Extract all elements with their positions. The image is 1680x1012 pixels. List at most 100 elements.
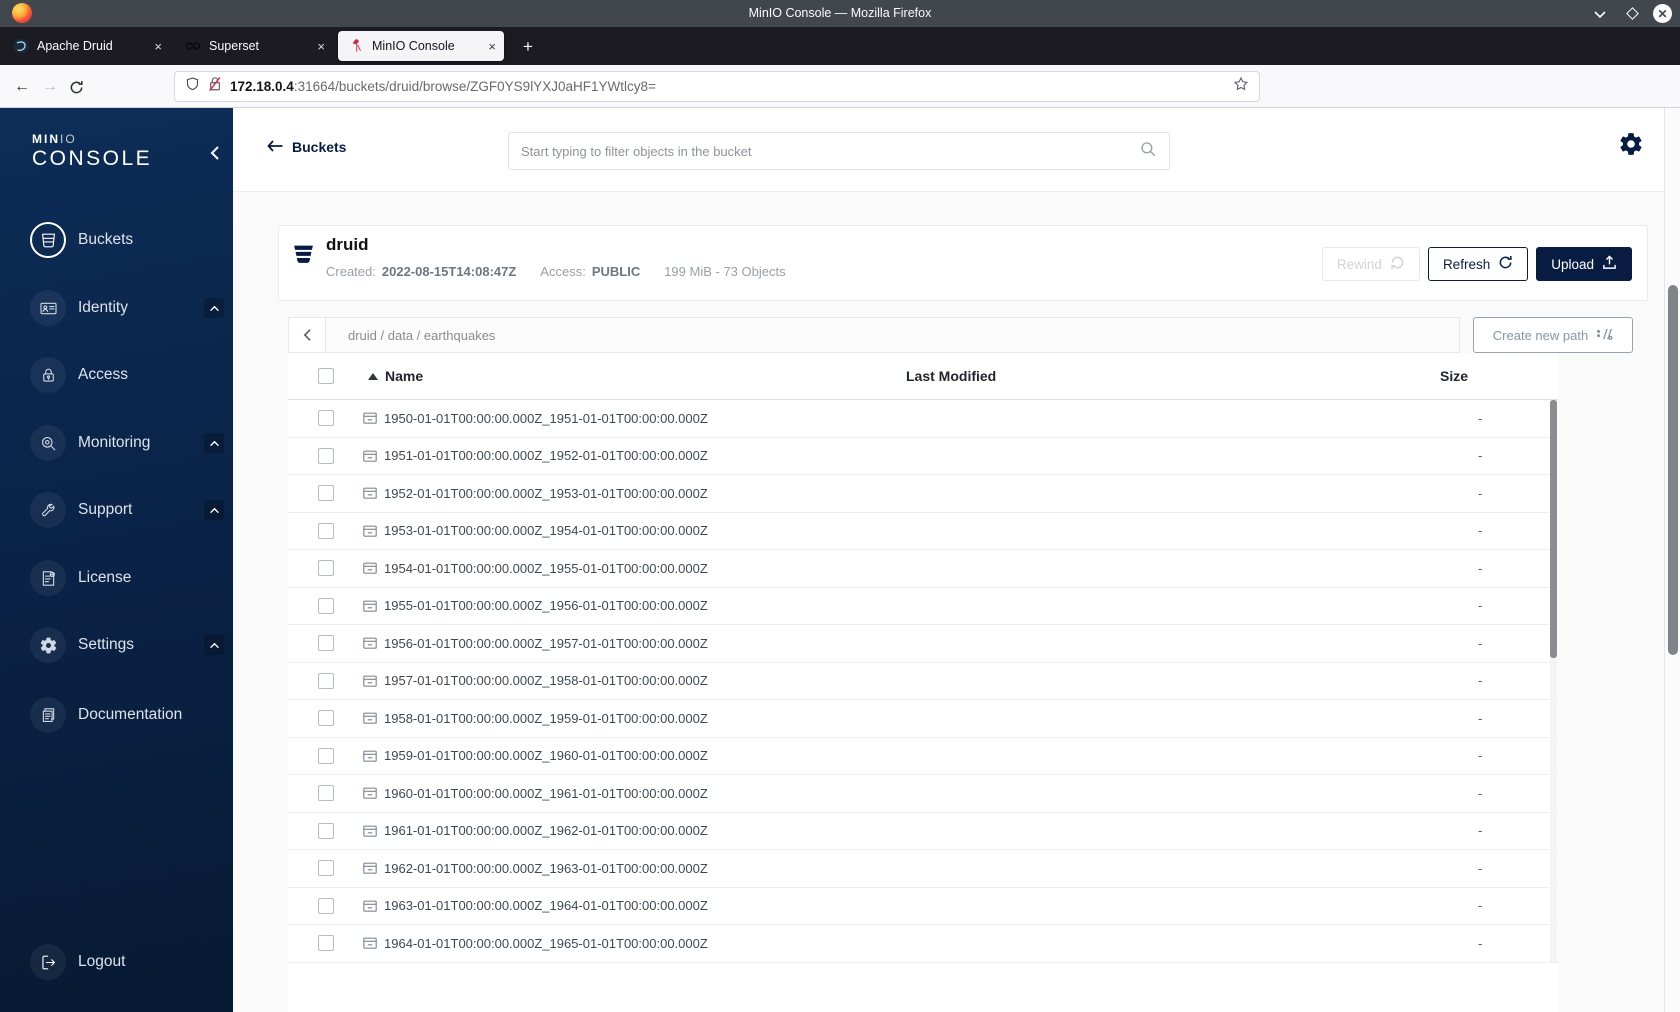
- row-checkbox[interactable]: [318, 710, 334, 727]
- window-maximize-icon[interactable]: [1621, 3, 1643, 25]
- tab-label: Superset: [209, 39, 260, 53]
- object-folder-icon: [362, 935, 378, 951]
- row-checkbox[interactable]: [318, 410, 334, 427]
- object-folder-icon: [362, 748, 378, 764]
- console-settings-gear-icon[interactable]: [1618, 131, 1644, 157]
- sidebar-item-support[interactable]: Support: [0, 482, 233, 538]
- row-checkbox[interactable]: [318, 672, 334, 689]
- star-icon[interactable]: [1233, 76, 1249, 97]
- row-checkbox[interactable]: [318, 635, 334, 652]
- object-name[interactable]: 1950-01-01T00:00:00.000Z_1951-01-01T00:0…: [384, 411, 708, 426]
- object-name[interactable]: 1953-01-01T00:00:00.000Z_1954-01-01T00:0…: [384, 523, 708, 538]
- row-checkbox[interactable]: [318, 485, 334, 502]
- created-label: Created:: [326, 264, 376, 279]
- object-name[interactable]: 1956-01-01T00:00:00.000Z_1957-01-01T00:0…: [384, 636, 708, 651]
- object-name[interactable]: 1959-01-01T00:00:00.000Z_1960-01-01T00:0…: [384, 748, 708, 763]
- chevron-up-icon[interactable]: [204, 433, 224, 453]
- browser-tab-superset[interactable]: Superset ×: [175, 31, 333, 61]
- row-checkbox[interactable]: [318, 860, 334, 877]
- window-minimize-icon[interactable]: [1589, 3, 1611, 25]
- sidebar-item-monitoring[interactable]: Monitoring: [0, 415, 233, 471]
- main-content: Buckets druid Create: [233, 108, 1680, 1012]
- row-checkbox[interactable]: [318, 447, 334, 464]
- search-input[interactable]: [521, 143, 1139, 159]
- object-name[interactable]: 1952-01-01T00:00:00.000Z_1953-01-01T00:0…: [384, 486, 708, 501]
- object-folder-icon: [362, 898, 378, 914]
- path-back-button[interactable]: [289, 318, 326, 352]
- table-row[interactable]: 1952-01-01T00:00:00.000Z_1953-01-01T00:0…: [288, 475, 1558, 513]
- row-checkbox[interactable]: [318, 785, 334, 802]
- object-name[interactable]: 1957-01-01T00:00:00.000Z_1958-01-01T00:0…: [384, 673, 708, 688]
- lock-slash-icon[interactable]: [208, 76, 222, 97]
- sidebar-collapse-icon[interactable]: [204, 142, 226, 164]
- row-checkbox[interactable]: [318, 935, 334, 952]
- sidebar-item-access[interactable]: Access: [0, 347, 233, 403]
- table-row[interactable]: 1951-01-01T00:00:00.000Z_1952-01-01T00:0…: [288, 437, 1558, 475]
- table-row[interactable]: 1954-01-01T00:00:00.000Z_1955-01-01T00:0…: [288, 550, 1558, 588]
- object-name[interactable]: 1964-01-01T00:00:00.000Z_1965-01-01T00:0…: [384, 936, 708, 951]
- close-tab-icon[interactable]: ×: [142, 39, 162, 54]
- table-row[interactable]: 1963-01-01T00:00:00.000Z_1964-01-01T00:0…: [288, 887, 1558, 925]
- object-name[interactable]: 1961-01-01T00:00:00.000Z_1962-01-01T00:0…: [384, 823, 708, 838]
- row-checkbox[interactable]: [318, 597, 334, 614]
- row-checkbox[interactable]: [318, 897, 334, 914]
- upload-button[interactable]: Upload: [1536, 247, 1632, 281]
- column-header-last-modified: Last Modified: [906, 368, 997, 384]
- sidebar-item-license[interactable]: License: [0, 550, 233, 606]
- minio-favicon: [348, 38, 364, 54]
- tracking-shield-icon[interactable]: [185, 76, 200, 97]
- table-row[interactable]: 1956-01-01T00:00:00.000Z_1957-01-01T00:0…: [288, 625, 1558, 663]
- sidebar-item-documentation[interactable]: Documentation: [0, 687, 233, 743]
- reload-button[interactable]: [62, 73, 90, 101]
- sidebar-item-logout[interactable]: Logout: [0, 934, 233, 990]
- forward-button[interactable]: →: [36, 73, 64, 101]
- table-row[interactable]: 1957-01-01T00:00:00.000Z_1958-01-01T00:0…: [288, 662, 1558, 700]
- table-row[interactable]: 1950-01-01T00:00:00.000Z_1951-01-01T00:0…: [288, 400, 1558, 438]
- select-all-checkbox[interactable]: [318, 368, 334, 384]
- close-tab-icon[interactable]: ×: [305, 39, 325, 54]
- table-row[interactable]: 1955-01-01T00:00:00.000Z_1956-01-01T00:0…: [288, 587, 1558, 625]
- page-scrollbar[interactable]: [1664, 108, 1680, 1012]
- page-scrollbar-thumb[interactable]: [1668, 285, 1678, 655]
- object-name[interactable]: 1963-01-01T00:00:00.000Z_1964-01-01T00:0…: [384, 898, 708, 913]
- column-header-name[interactable]: Name: [350, 368, 906, 384]
- object-filter-searchbox[interactable]: [508, 132, 1170, 170]
- object-name[interactable]: 1955-01-01T00:00:00.000Z_1956-01-01T00:0…: [384, 598, 708, 613]
- chevron-up-icon[interactable]: [204, 298, 224, 318]
- sidebar-item-identity[interactable]: Identity: [0, 280, 233, 336]
- chevron-up-icon[interactable]: [204, 635, 224, 655]
- back-arrow-icon: [267, 139, 283, 155]
- create-new-path-button[interactable]: Create new path: [1473, 317, 1633, 353]
- refresh-button[interactable]: Refresh: [1427, 247, 1529, 281]
- table-row[interactable]: 1961-01-01T00:00:00.000Z_1962-01-01T00:0…: [288, 812, 1558, 850]
- table-row[interactable]: 1953-01-01T00:00:00.000Z_1954-01-01T00:0…: [288, 512, 1558, 550]
- row-checkbox[interactable]: [318, 747, 334, 764]
- table-scrollbar-thumb[interactable]: [1550, 400, 1557, 658]
- table-row[interactable]: 1959-01-01T00:00:00.000Z_1960-01-01T00:0…: [288, 737, 1558, 775]
- url-bar[interactable]: 172.18.0.4:31664/buckets/druid/browse/ZG…: [174, 71, 1260, 102]
- browser-tab-apache-druid[interactable]: Apache Druid ×: [3, 31, 170, 61]
- table-row[interactable]: 1960-01-01T00:00:00.000Z_1961-01-01T00:0…: [288, 775, 1558, 813]
- browser-tab-minio-console[interactable]: MinIO Console ×: [338, 31, 504, 61]
- object-name[interactable]: 1954-01-01T00:00:00.000Z_1955-01-01T00:0…: [384, 561, 708, 576]
- back-to-buckets-link[interactable]: Buckets: [267, 139, 346, 155]
- close-tab-icon[interactable]: ×: [476, 39, 496, 54]
- object-name[interactable]: 1962-01-01T00:00:00.000Z_1963-01-01T00:0…: [384, 861, 708, 876]
- row-checkbox[interactable]: [318, 822, 334, 839]
- sidebar-item-buckets[interactable]: Buckets: [0, 212, 233, 268]
- object-name[interactable]: 1951-01-01T00:00:00.000Z_1952-01-01T00:0…: [384, 448, 708, 463]
- table-row[interactable]: 1962-01-01T00:00:00.000Z_1963-01-01T00:0…: [288, 850, 1558, 888]
- row-checkbox[interactable]: [318, 560, 334, 577]
- object-name[interactable]: 1960-01-01T00:00:00.000Z_1961-01-01T00:0…: [384, 786, 708, 801]
- object-name[interactable]: 1958-01-01T00:00:00.000Z_1959-01-01T00:0…: [384, 711, 708, 726]
- firefox-window: MinIO Console — Mozilla Firefox ✕ Apache…: [0, 0, 1680, 1012]
- rewind-button[interactable]: Rewind: [1321, 247, 1420, 281]
- table-row[interactable]: 1964-01-01T00:00:00.000Z_1965-01-01T00:0…: [288, 925, 1558, 963]
- table-row[interactable]: 1958-01-01T00:00:00.000Z_1959-01-01T00:0…: [288, 700, 1558, 738]
- chevron-up-icon[interactable]: [204, 500, 224, 520]
- back-button[interactable]: ←: [8, 73, 36, 101]
- new-tab-button[interactable]: +: [515, 35, 541, 59]
- window-close-icon[interactable]: ✕: [1653, 4, 1672, 23]
- row-checkbox[interactable]: [318, 522, 334, 539]
- sidebar-item-settings[interactable]: Settings: [0, 617, 233, 673]
